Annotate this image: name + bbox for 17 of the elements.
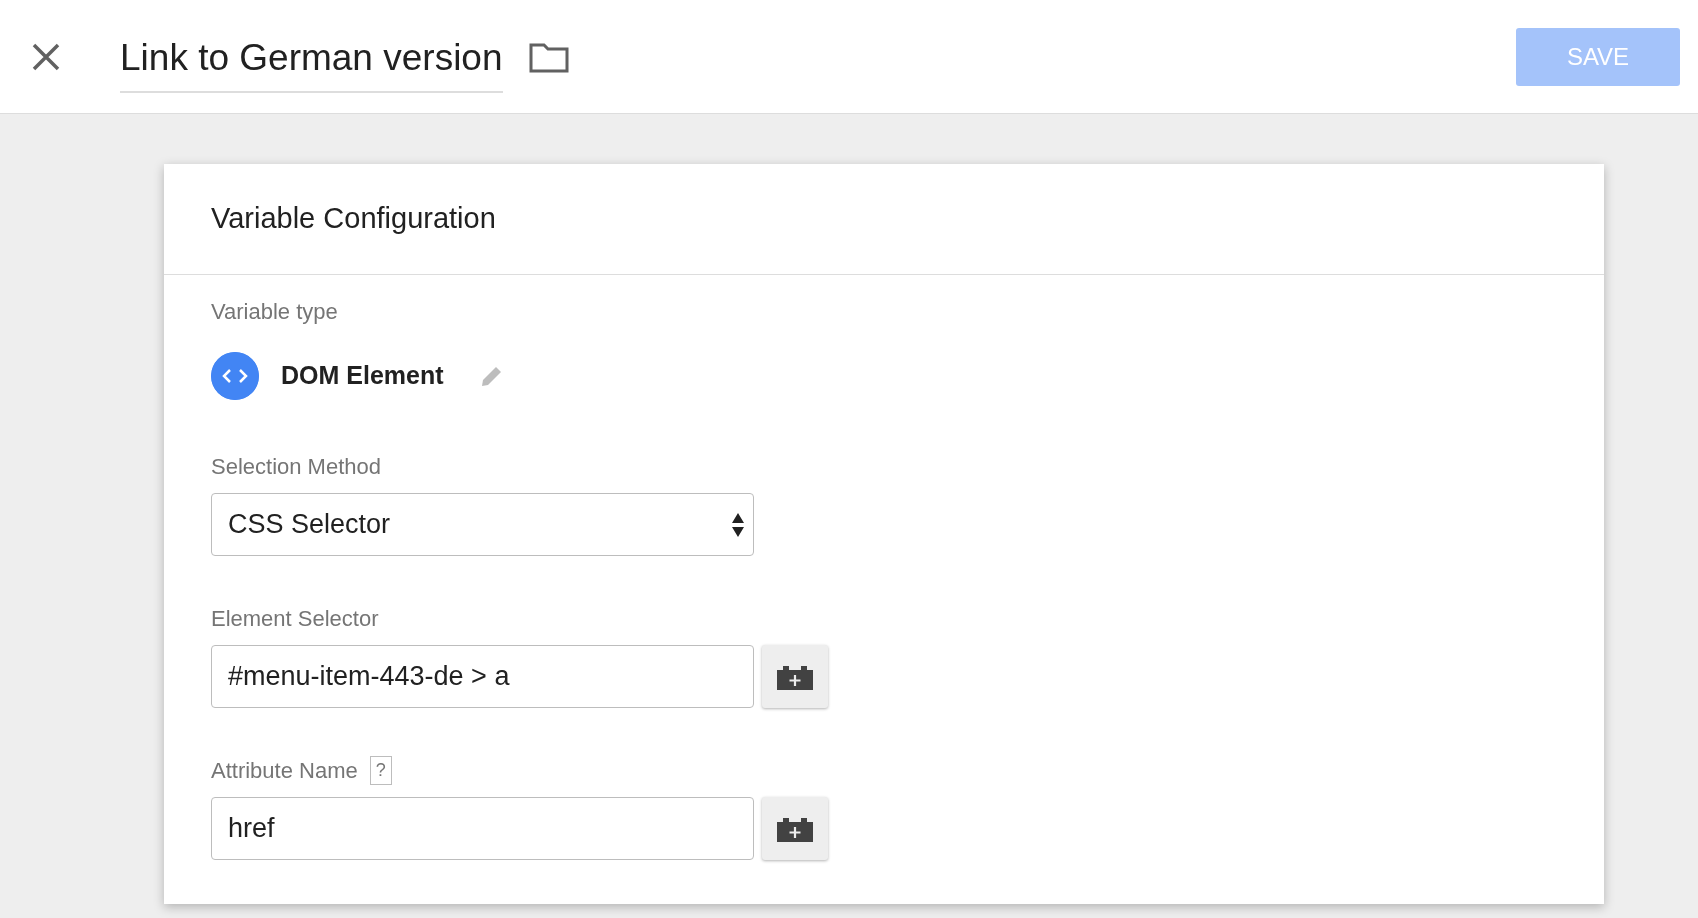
field-label: Variable type bbox=[211, 299, 338, 324]
brick-plus-icon bbox=[775, 815, 815, 842]
help-icon[interactable]: ? bbox=[369, 756, 392, 785]
variable-picker-button[interactable] bbox=[762, 645, 828, 708]
variable-type-name: DOM Element bbox=[281, 360, 444, 392]
code-icon bbox=[211, 352, 259, 400]
field-label: Selection Method bbox=[211, 453, 381, 481]
field-label: Element Selector bbox=[211, 605, 379, 633]
tag-name-field[interactable]: Link to German version bbox=[120, 29, 503, 94]
field-label: Attribute Name bbox=[211, 757, 358, 785]
card-title: Variable Configuration bbox=[211, 201, 496, 237]
sort-arrows-icon bbox=[731, 511, 745, 539]
brick-plus-icon bbox=[775, 663, 815, 690]
text-field[interactable]: href bbox=[211, 797, 754, 860]
text-field[interactable]: #menu-item-443-de > a bbox=[211, 645, 754, 708]
selection-method-dropdown[interactable]: CSS Selector bbox=[211, 493, 754, 556]
variable-picker-button[interactable] bbox=[762, 797, 828, 860]
